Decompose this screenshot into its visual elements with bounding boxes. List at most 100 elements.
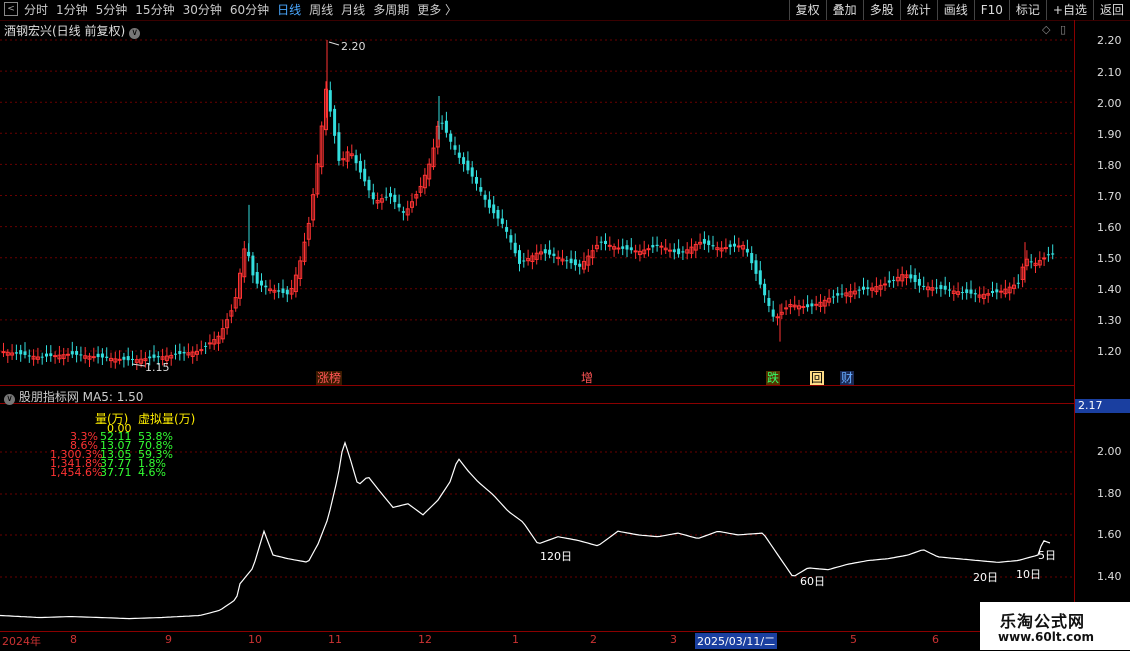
candle-body	[156, 356, 160, 358]
price-tick-label: 1.70	[1097, 190, 1122, 203]
price-tick-label: 1.80	[1097, 159, 1122, 172]
candle-body	[836, 293, 840, 296]
candle-body	[887, 280, 891, 283]
candle-body	[552, 253, 556, 256]
candle-body	[892, 279, 896, 281]
price-tick-label: 1.20	[1097, 345, 1122, 358]
candle-body	[492, 204, 496, 214]
candle-body	[23, 351, 27, 355]
candle-body	[100, 353, 104, 358]
candle-body	[681, 251, 685, 253]
candle-body	[19, 350, 23, 355]
candle-body	[513, 242, 517, 254]
sub-tick-label: 2.00	[1097, 445, 1122, 458]
candle-body	[736, 245, 741, 248]
candle-body	[646, 248, 651, 251]
candle-body	[281, 288, 285, 293]
candle-body	[991, 290, 994, 293]
sub-tick-label: 1.40	[1097, 570, 1122, 583]
candle-body	[1042, 257, 1047, 260]
candle-body	[505, 227, 509, 232]
candle-body	[995, 289, 999, 293]
date-tick-label: 1	[512, 633, 519, 646]
date-tick-label: 8	[70, 633, 77, 646]
price-tick-label: 1.60	[1097, 221, 1122, 234]
candle-body	[754, 260, 758, 274]
candle-body	[771, 309, 775, 317]
candle-body	[264, 285, 268, 288]
date-tick-label: 12	[418, 633, 432, 646]
candle-body	[397, 203, 401, 208]
candle-body	[573, 259, 577, 266]
candle-body	[440, 122, 444, 124]
candle-body	[999, 290, 1004, 293]
candle-body	[965, 289, 969, 294]
candle-body	[1016, 282, 1020, 284]
panel-divider	[0, 385, 1074, 386]
candle-body	[40, 356, 44, 358]
candle-body	[1029, 261, 1033, 263]
price-tick-label: 2.00	[1097, 97, 1122, 110]
candle-body	[363, 168, 367, 182]
candle-body	[655, 244, 659, 247]
event-tag[interactable]: 财	[840, 371, 855, 385]
price-tick-label: 2.10	[1097, 66, 1122, 79]
candle-body	[500, 218, 504, 224]
candle-body	[745, 248, 749, 253]
candle-body	[371, 192, 375, 200]
candle-body	[462, 157, 466, 165]
candle-body	[629, 247, 633, 251]
candle-body	[152, 354, 156, 358]
candle-body	[784, 307, 789, 310]
event-tag[interactable]: 回	[810, 371, 825, 385]
chevron-down-icon[interactable]: ∨	[4, 394, 15, 405]
candle-body	[1046, 254, 1050, 256]
candle-body	[935, 287, 939, 289]
price-tick-label: 1.40	[1097, 283, 1122, 296]
line-label: 60日	[800, 575, 825, 588]
candle-body	[707, 240, 711, 246]
date-tick-label: 3	[670, 633, 677, 646]
candle-body	[466, 160, 470, 171]
candle-body	[389, 193, 392, 197]
candle-body	[913, 275, 917, 283]
candle-body	[831, 296, 835, 298]
event-tag[interactable]: 跌	[766, 371, 781, 385]
date-tick-label: 6	[932, 633, 939, 646]
candle-body	[960, 292, 964, 294]
candle-body	[260, 280, 263, 286]
event-tag[interactable]: 增	[580, 371, 595, 385]
candle-body	[801, 305, 806, 308]
candle-body	[728, 244, 732, 248]
candle-body	[358, 160, 362, 173]
price-tick-label: 2.20	[1097, 34, 1122, 47]
candle-body	[277, 290, 281, 292]
candle-body	[45, 353, 48, 357]
candle-body	[604, 240, 607, 245]
candle-body	[105, 356, 109, 358]
date-tick-label: 2025/03/11/二	[695, 633, 778, 649]
low-annotation: 1.15	[145, 361, 170, 374]
candle-body	[393, 194, 397, 203]
event-tag[interactable]: 涨榜	[316, 371, 343, 385]
candle-body	[204, 345, 208, 347]
candle-body	[866, 287, 870, 290]
candle-body	[702, 238, 706, 244]
candle-body	[496, 209, 500, 219]
candle-body	[922, 285, 926, 287]
candle-body	[384, 196, 388, 198]
line-label: 10日	[1016, 568, 1041, 581]
date-tick-label: 11	[328, 633, 342, 646]
candle-body	[79, 354, 83, 356]
candle-body	[659, 245, 664, 248]
candle-body	[483, 194, 487, 200]
legend-percent: 1,454.6%	[50, 466, 103, 479]
candle-body	[750, 253, 754, 264]
candle-body	[207, 342, 212, 345]
sub-tick-label: 1.80	[1097, 487, 1122, 500]
candle-body	[475, 177, 478, 184]
candle-body	[625, 245, 629, 250]
candle-body	[599, 241, 603, 243]
candle-body	[969, 289, 973, 294]
candle-body	[96, 353, 100, 358]
